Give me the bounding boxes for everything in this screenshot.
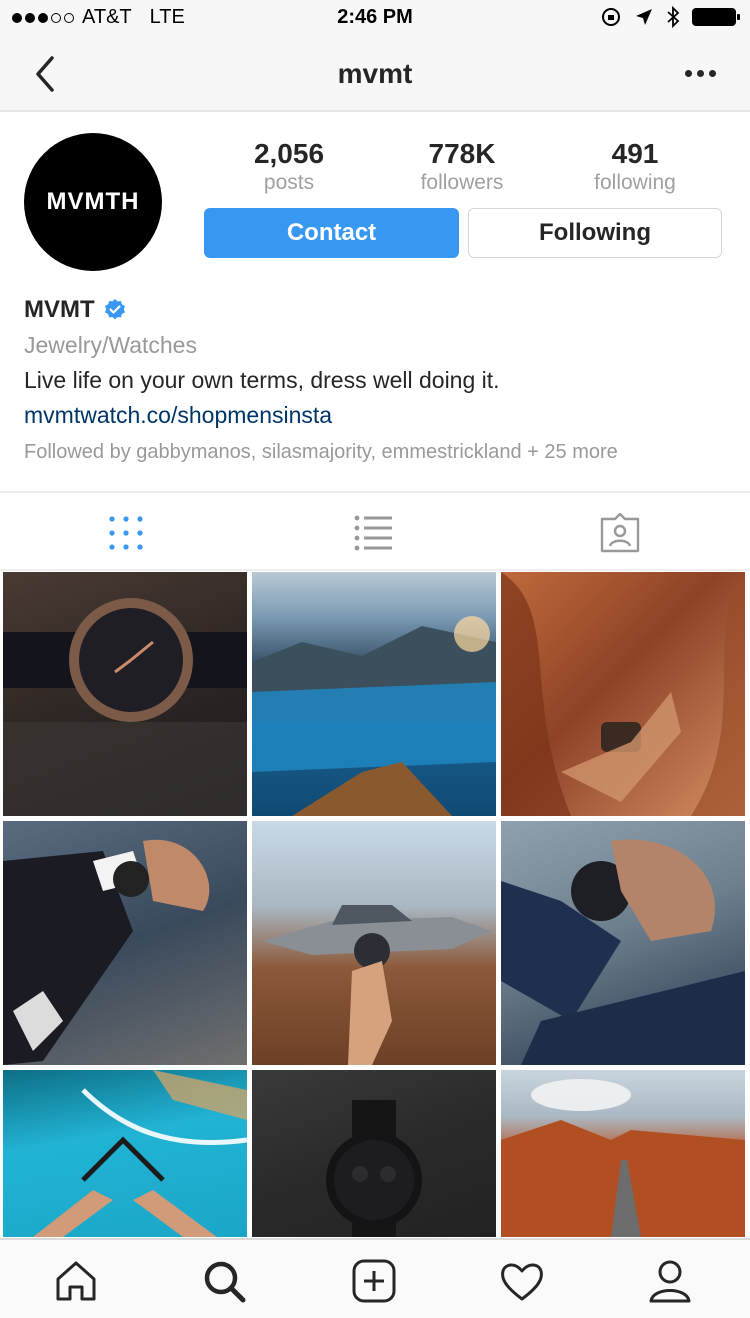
battery-icon: [692, 8, 740, 26]
following-button[interactable]: Following: [468, 208, 722, 258]
post-thumbnail[interactable]: [252, 821, 496, 1065]
canyon-photo: [501, 572, 745, 816]
watch-photo: [3, 598, 247, 816]
desert-road-photo: [501, 1079, 745, 1237]
profile-icon: [649, 1260, 691, 1303]
contact-button[interactable]: Contact: [204, 208, 459, 258]
status-bar: AT&T LTE 2:46 PM: [0, 0, 750, 36]
verified-badge-icon: [104, 299, 125, 320]
profile-name-row: MVMT: [24, 296, 127, 324]
followed-by-text[interactable]: Followed by gabbymanos, silasmajority, e…: [24, 441, 618, 464]
posts-grid: [3, 572, 747, 1237]
post-thumbnail[interactable]: [3, 572, 247, 816]
search-icon: [204, 1261, 246, 1303]
following-value: 491: [611, 138, 659, 169]
followers-label: followers: [420, 171, 504, 194]
tab-profile[interactable]: [646, 1257, 694, 1305]
bluetooth-icon: [667, 6, 680, 28]
list-icon: [354, 515, 392, 551]
tab-activity[interactable]: [498, 1257, 546, 1305]
page-title: mvmt: [337, 58, 413, 89]
add-post-icon: [352, 1259, 396, 1303]
airplane-photo: [262, 905, 492, 1065]
profile-category: Jewelry/Watches: [24, 332, 197, 358]
bottom-tab-bar: [0, 1238, 750, 1318]
home-icon: [56, 1261, 96, 1301]
rotation-lock-icon: [602, 8, 620, 26]
boat-wake-photo: [33, 1070, 247, 1237]
grid-icon: [109, 516, 143, 550]
suit-wrist-photo: [3, 839, 210, 1065]
posts-count: 2,056 posts: [204, 138, 374, 196]
profile-view-tabs: [0, 491, 750, 571]
followers-value: 778K: [428, 138, 496, 169]
tab-list-view[interactable]: [352, 513, 396, 553]
tagged-person-icon: [600, 512, 640, 553]
avatar[interactable]: MVMTH: [24, 133, 162, 271]
post-thumbnail[interactable]: [252, 572, 496, 816]
post-thumbnail[interactable]: [501, 821, 745, 1065]
heart-icon: [501, 1263, 543, 1301]
post-thumbnail[interactable]: [3, 821, 247, 1065]
tab-new-post[interactable]: [350, 1257, 398, 1305]
more-options-button[interactable]: [680, 58, 720, 88]
profile-bio: Live life on your own terms, dress well …: [24, 367, 500, 393]
tab-home[interactable]: [52, 1257, 100, 1305]
more-dots-icon: [684, 69, 692, 77]
tab-search[interactable]: [200, 1257, 248, 1305]
profile-website-link[interactable]: mvmtwatch.co/shopmensinsta: [24, 402, 332, 429]
following-count[interactable]: 491 following: [550, 138, 720, 196]
status-right: [600, 6, 740, 28]
mountain-lake-photo: [252, 616, 496, 816]
followers-count[interactable]: 778K followers: [377, 138, 547, 196]
location-icon: [636, 9, 652, 25]
following-label: following: [594, 171, 676, 194]
post-thumbnail[interactable]: [501, 1070, 745, 1237]
post-thumbnail[interactable]: [501, 572, 745, 816]
avatar-logo-text: MVMTH: [46, 188, 140, 215]
black-watch-photo: [326, 1100, 422, 1237]
tab-tagged-view[interactable]: [598, 512, 642, 553]
posts-label: posts: [263, 171, 315, 194]
profile-name: MVMT: [24, 296, 95, 323]
posts-value: 2,056: [253, 138, 325, 169]
jacket-wrist-photo: [501, 839, 745, 1065]
post-thumbnail[interactable]: [252, 1070, 496, 1237]
nav-bar: mvmt: [0, 36, 750, 112]
tab-grid-view[interactable]: [104, 513, 148, 553]
post-thumbnail[interactable]: [3, 1070, 247, 1237]
